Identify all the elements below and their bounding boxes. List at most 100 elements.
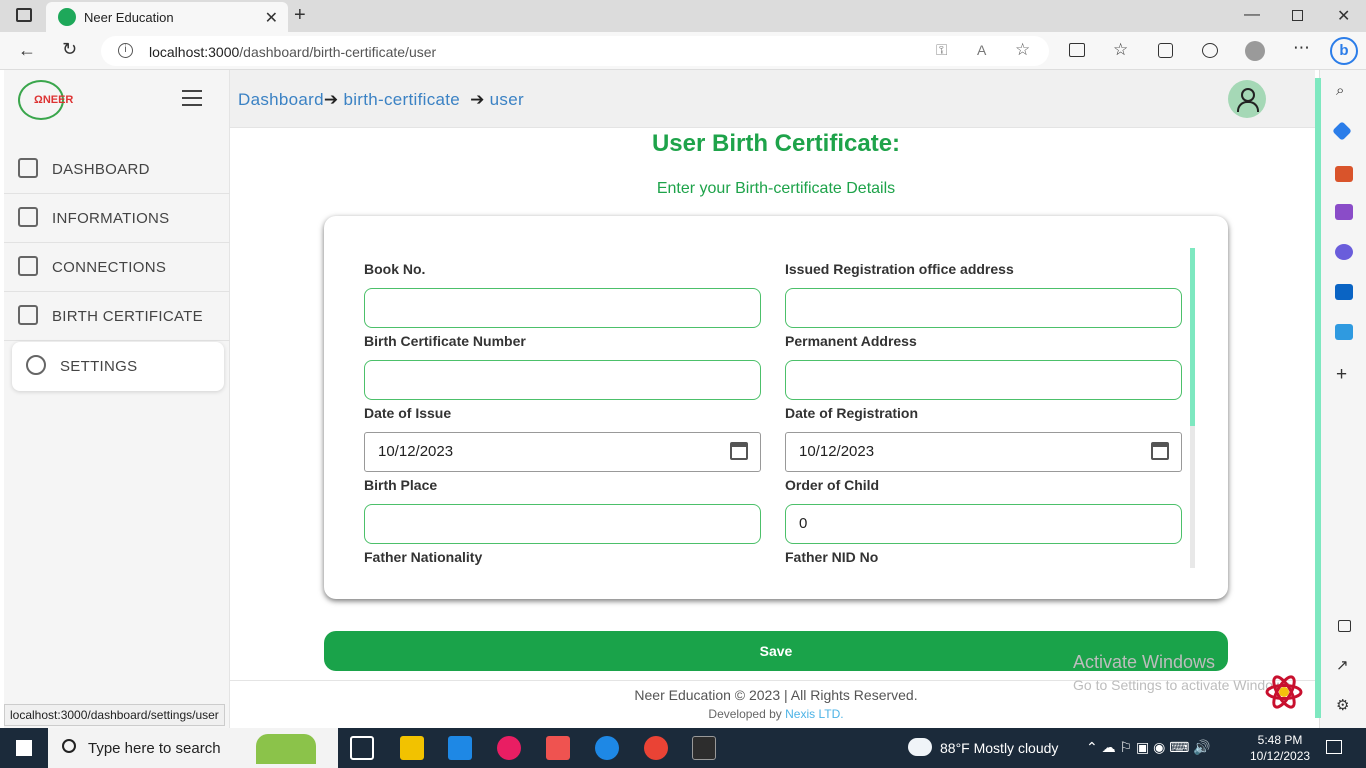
url-text: localhost:3000/dashboard/birth-certifica… — [149, 44, 437, 60]
breadcrumb-user[interactable]: user — [490, 90, 524, 109]
avatar[interactable] — [1228, 80, 1266, 118]
office-address-field[interactable] — [785, 288, 1182, 328]
drop-icon[interactable] — [1335, 324, 1353, 340]
sidebar-item-label: INFORMATIONS — [52, 210, 170, 227]
edge-icon[interactable] — [595, 736, 619, 760]
new-tab-icon[interactable]: + — [294, 4, 306, 27]
calendar-icon[interactable] — [1151, 442, 1169, 460]
father-nid-label: Father NID No — [785, 549, 879, 565]
browser-tab[interactable]: Neer Education ✕ — [46, 2, 288, 32]
taskbar: Type here to search 88°F Mostly cloudy ⌃… — [0, 728, 1366, 768]
sidebar-item-connections[interactable]: CONNECTIONS — [4, 243, 230, 292]
page-title: User Birth Certificate: — [651, 130, 901, 157]
tray-icons[interactable]: ⌃ ☁ ⚐ ▣ ◉ ⌨ 🔊 — [1086, 739, 1211, 756]
tools-icon[interactable] — [1335, 166, 1353, 182]
search-icon[interactable]: ⌕ — [1336, 82, 1344, 99]
react-devtools-icon[interactable] — [1264, 674, 1304, 710]
sidebar-item-label: DASHBOARD — [52, 161, 150, 178]
father-nationality-label: Father Nationality — [364, 549, 483, 565]
read-aloud-icon[interactable]: A — [977, 42, 986, 58]
split-screen-icon[interactable] — [1069, 43, 1085, 57]
info-icon[interactable]: i — [118, 43, 133, 58]
weather-text[interactable]: 88°F Mostly cloudy — [940, 740, 1058, 756]
cert-number-field[interactable] — [364, 360, 761, 400]
arrow-icon: ➔ — [460, 90, 490, 109]
favicon-icon — [58, 8, 76, 26]
microsoft365-icon[interactable] — [1335, 244, 1353, 260]
address-bar: ← ↻ i localhost:3000/dashboard/birth-cer… — [0, 32, 1366, 70]
activate-windows-title: Activate Windows — [1073, 652, 1216, 672]
chrome-icon[interactable] — [644, 736, 668, 760]
terminal-icon[interactable] — [692, 736, 716, 760]
shopping-icon[interactable] — [1332, 121, 1352, 141]
collections-icon[interactable] — [1158, 43, 1173, 58]
favorite-star-icon[interactable]: ☆ — [1015, 40, 1030, 60]
outlook-icon[interactable] — [1335, 284, 1353, 300]
sidebar-settings-icon[interactable]: ⚙ — [1336, 696, 1349, 714]
date-issue-field[interactable]: 10/12/2023 — [364, 432, 761, 472]
close-window-icon[interactable]: ✕ — [1337, 6, 1350, 26]
extensions-icon[interactable] — [1202, 43, 1218, 58]
sidebar-item-settings[interactable]: SETTINGS — [12, 342, 224, 391]
notifications-icon[interactable] — [1326, 740, 1342, 754]
favorites-icon[interactable]: ☆ — [1113, 40, 1128, 60]
sidebar-item-dashboard[interactable]: DASHBOARD — [4, 145, 230, 194]
snipping-tool-icon[interactable] — [546, 736, 570, 760]
form-scroll-thumb[interactable] — [1190, 248, 1195, 426]
office-address-label: Issued Registration office address — [785, 261, 1014, 277]
informations-icon — [18, 207, 38, 227]
games-icon[interactable] — [1335, 204, 1353, 220]
date-issue-value: 10/12/2023 — [378, 443, 454, 460]
dashboard-icon — [18, 158, 38, 178]
vscode-icon[interactable] — [448, 736, 472, 760]
hamburger-icon[interactable] — [182, 90, 202, 106]
company-link[interactable]: Nexis LTD. — [785, 707, 843, 721]
clock-time: 5:48 PM — [1257, 733, 1303, 747]
order-child-label: Order of Child — [785, 477, 880, 493]
taskbar-search[interactable]: Type here to search — [48, 728, 338, 768]
sidebar: ΩNEER DASHBOARD INFORMATIONS CONNECTIONS… — [4, 70, 230, 728]
close-tab-icon[interactable]: ✕ — [265, 8, 278, 28]
more-icon[interactable]: ⋯ — [1293, 38, 1310, 58]
date-registration-label: Date of Registration — [785, 405, 919, 421]
breadcrumb-birth-certificate[interactable]: birth-certificate — [343, 90, 460, 109]
clock[interactable]: 5:48 PM 10/12/2023 — [1250, 732, 1310, 764]
order-child-field[interactable]: 0 — [785, 504, 1182, 544]
refresh-icon[interactable]: ↻ — [62, 39, 77, 60]
permanent-address-field[interactable] — [785, 360, 1182, 400]
sidebar-panel-icon[interactable] — [1338, 620, 1351, 632]
scrollbar[interactable] — [1315, 78, 1321, 718]
add-icon[interactable]: + — [1336, 364, 1347, 386]
minimize-icon[interactable]: — — [1244, 6, 1260, 24]
birth-place-field[interactable] — [364, 504, 761, 544]
external-link-icon[interactable]: ↗ — [1336, 656, 1349, 674]
calendar-icon[interactable] — [730, 442, 748, 460]
book-no-field[interactable] — [364, 288, 761, 328]
tab-actions-icon[interactable] — [16, 8, 32, 22]
search-icon — [62, 739, 76, 753]
restore-icon[interactable] — [1292, 10, 1303, 21]
task-view-icon[interactable] — [350, 736, 374, 760]
edge-sidebar: ⌕ + ↗ ⚙ — [1319, 70, 1366, 728]
form-card: Book No. Issued Registration office addr… — [324, 216, 1228, 599]
url-field[interactable]: i localhost:3000/dashboard/birth-certifi… — [101, 36, 1049, 66]
sidebar-item-informations[interactable]: INFORMATIONS — [4, 194, 230, 243]
date-registration-field[interactable]: 10/12/2023 — [785, 432, 1182, 472]
slack-icon[interactable] — [497, 736, 521, 760]
windows-start-icon[interactable] — [16, 740, 32, 756]
status-url: localhost:3000/dashboard/settings/user — [4, 704, 225, 726]
breadcrumb-dashboard[interactable]: Dashboard — [238, 90, 324, 109]
back-icon[interactable]: ← — [18, 40, 36, 61]
sidebar-item-birth-certificate[interactable]: BIRTH CERTIFICATE — [4, 292, 230, 341]
sidebar-item-label: CONNECTIONS — [52, 259, 167, 276]
bing-icon[interactable]: b — [1330, 37, 1358, 65]
weather-icon[interactable] — [908, 738, 932, 756]
key-icon[interactable]: ⚿ — [936, 42, 947, 59]
breadcrumb: Dashboard➔ birth-certificate ➔ user — [238, 90, 524, 110]
profile-icon[interactable] — [1245, 41, 1265, 61]
app-root: ΩNEER DASHBOARD INFORMATIONS CONNECTIONS… — [4, 70, 1315, 728]
sidebar-item-label: SETTINGS — [60, 358, 138, 375]
file-explorer-icon[interactable] — [400, 736, 424, 760]
birth-certificate-icon — [18, 305, 38, 325]
logo[interactable]: ΩNEER — [18, 80, 73, 120]
